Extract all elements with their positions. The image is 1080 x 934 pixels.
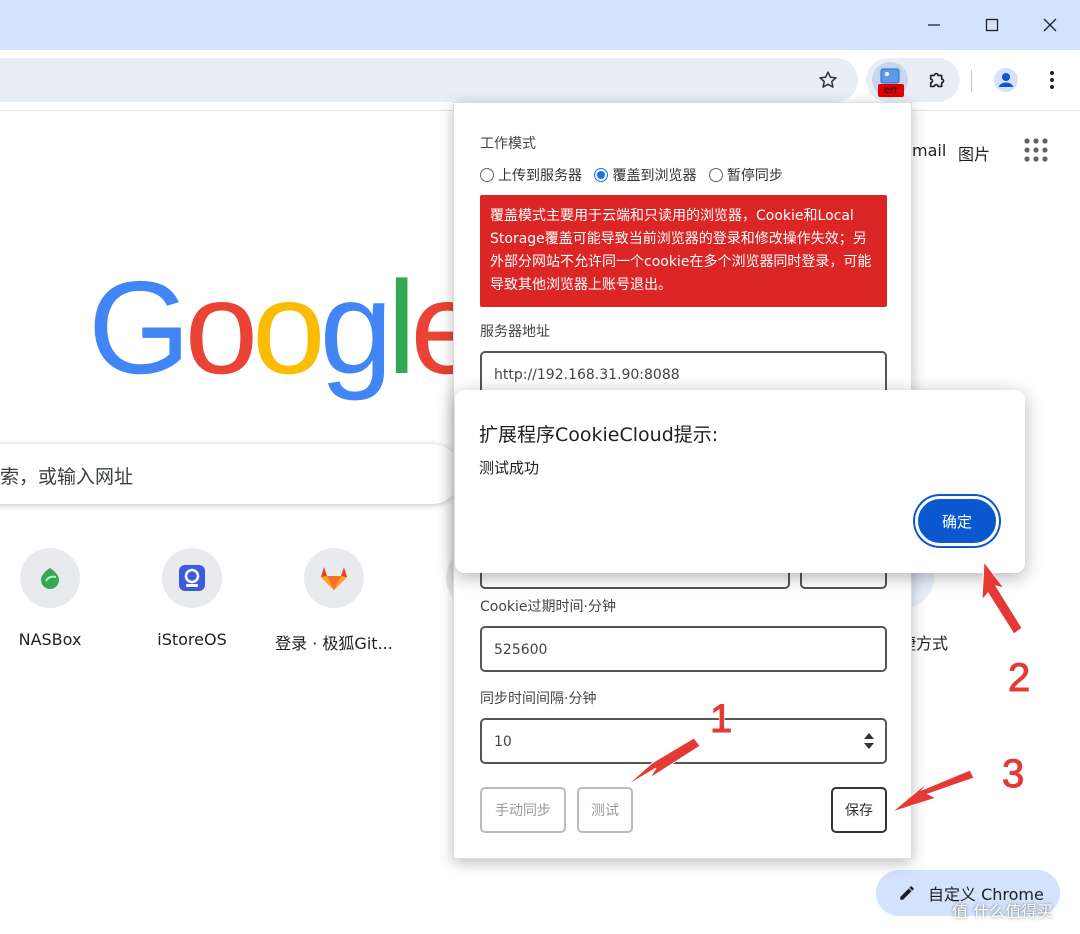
watermark: 值 什么值得买: [952, 902, 1054, 921]
annotation-number: 2: [1007, 656, 1031, 701]
arrow-annotation: [625, 560, 1023, 813]
annotation-number: 3: [1001, 752, 1025, 797]
annotation-arrows: [625, 560, 1023, 813]
annotation-number: 1: [709, 697, 733, 742]
